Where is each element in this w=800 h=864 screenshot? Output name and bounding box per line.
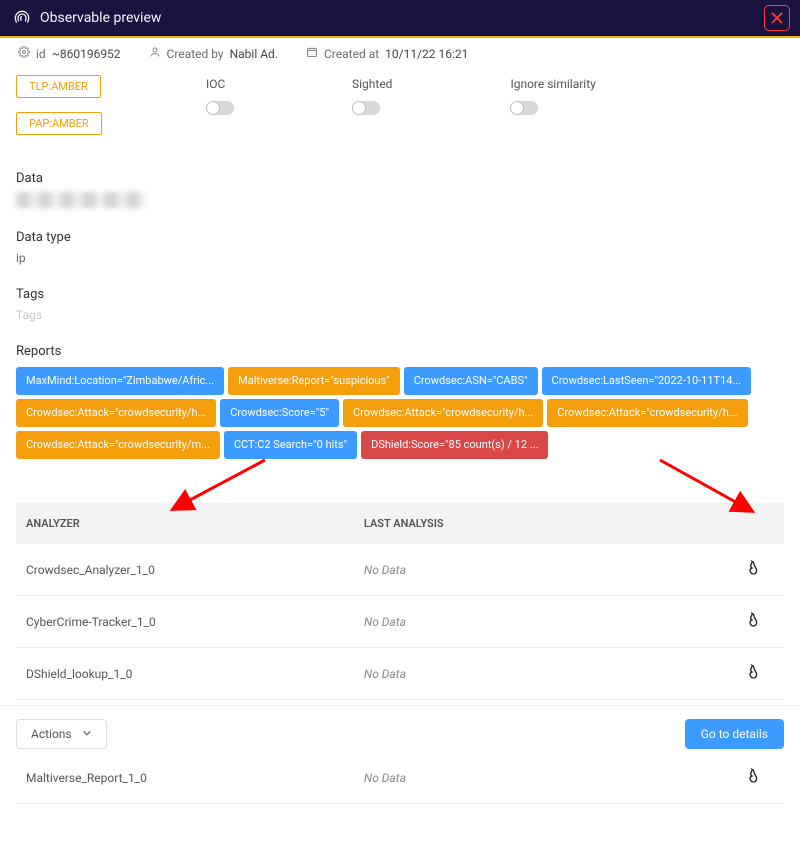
id-label: id xyxy=(36,47,46,61)
report-pill[interactable]: DShield:Score="85 count(s) / 12 ... xyxy=(361,431,548,459)
report-pill[interactable]: MaxMind:Location="Zimbabwe/Afric... xyxy=(16,367,224,395)
go-to-details-button[interactable]: Go to details xyxy=(685,719,784,749)
report-pill[interactable]: CCT:C2 Search="0 hits" xyxy=(224,431,357,459)
last-analysis: No Data xyxy=(354,648,724,700)
tags-placeholder: Tags xyxy=(16,308,784,322)
report-pill[interactable]: Maltiverse:Report="suspicious" xyxy=(228,367,400,395)
col-actions xyxy=(724,503,784,544)
sighted-toggle[interactable] xyxy=(352,101,380,115)
reports-pills: MaxMind:Location="Zimbabwe/Afric...Malti… xyxy=(16,367,784,463)
gear-icon xyxy=(18,46,30,61)
user-icon xyxy=(149,46,161,61)
close-button[interactable] xyxy=(764,5,790,31)
last-analysis: No Data xyxy=(354,596,724,648)
sighted-label: Sighted xyxy=(352,77,392,91)
fire-icon xyxy=(744,565,760,579)
data-section-label: Data xyxy=(16,171,784,186)
footer: Actions Go to details xyxy=(0,705,800,761)
table-row: Crowdsec_Analyzer_1_0No Data xyxy=(16,544,784,596)
analyzer-name: Crowdsec_Analyzer_1_0 xyxy=(16,544,354,596)
id-value: ~860196952 xyxy=(52,47,121,61)
meta-row: id ~860196952 Created by Nabil Ad. Creat… xyxy=(0,38,800,73)
tlp-chip[interactable]: TLP:AMBER xyxy=(16,75,101,98)
data-value-blurred xyxy=(16,192,146,208)
fire-icon xyxy=(744,617,760,631)
ignore-label: Ignore similarity xyxy=(510,77,595,91)
ioc-label: IOC xyxy=(206,77,234,91)
created-at-label: Created at xyxy=(324,47,379,61)
analyzer-name: CyberCrime-Tracker_1_0 xyxy=(16,596,354,648)
preview-header: Observable preview xyxy=(0,0,800,36)
created-at-value: 10/11/22 16:21 xyxy=(385,47,468,61)
fire-icon xyxy=(744,773,760,787)
run-analyzer-button[interactable] xyxy=(724,544,784,596)
analyzer-name: DShield_lookup_1_0 xyxy=(16,648,354,700)
ignore-toggle[interactable] xyxy=(510,101,538,115)
run-analyzer-button[interactable] xyxy=(724,648,784,700)
report-pill[interactable]: Crowdsec:Attack="crowdsecurity/h... xyxy=(343,399,543,427)
pap-chip[interactable]: PAP:AMBER xyxy=(16,112,102,135)
table-row: DShield_lookup_1_0No Data xyxy=(16,648,784,700)
reports-section-label: Reports xyxy=(16,344,784,359)
col-analyzer: ANALYZER xyxy=(16,503,354,544)
fire-icon xyxy=(744,669,760,683)
fingerprint-icon xyxy=(14,10,30,26)
ioc-toggle[interactable] xyxy=(206,101,234,115)
data-type-value: ip xyxy=(16,251,784,265)
last-analysis: No Data xyxy=(354,544,724,596)
report-pill[interactable]: Crowdsec:Attack="crowdsecurity/h... xyxy=(547,399,747,427)
header-title: Observable preview xyxy=(40,10,161,26)
created-by-label: Created by xyxy=(167,47,224,61)
table-row: CyberCrime-Tracker_1_0No Data xyxy=(16,596,784,648)
report-pill[interactable]: Crowdsec:Score="5" xyxy=(220,399,339,427)
actions-label: Actions xyxy=(31,727,72,741)
report-pill[interactable]: Crowdsec:ASN="CABS" xyxy=(404,367,538,395)
actions-button[interactable]: Actions xyxy=(16,719,107,749)
report-pill[interactable]: Crowdsec:Attack="crowdsecurity/h... xyxy=(16,399,216,427)
chevron-down-icon xyxy=(82,727,92,741)
col-last: LAST ANALYSIS xyxy=(354,503,724,544)
created-by-value: Nabil Ad. xyxy=(230,47,278,61)
report-pill[interactable]: Crowdsec:LastSeen="2022-10-11T14... xyxy=(542,367,752,395)
calendar-icon xyxy=(306,46,318,61)
tags-section-label: Tags xyxy=(16,287,784,302)
report-pill[interactable]: Crowdsec:Attack="crowdsecurity/m... xyxy=(16,431,220,459)
run-analyzer-button[interactable] xyxy=(724,596,784,648)
data-type-section-label: Data type xyxy=(16,230,784,245)
